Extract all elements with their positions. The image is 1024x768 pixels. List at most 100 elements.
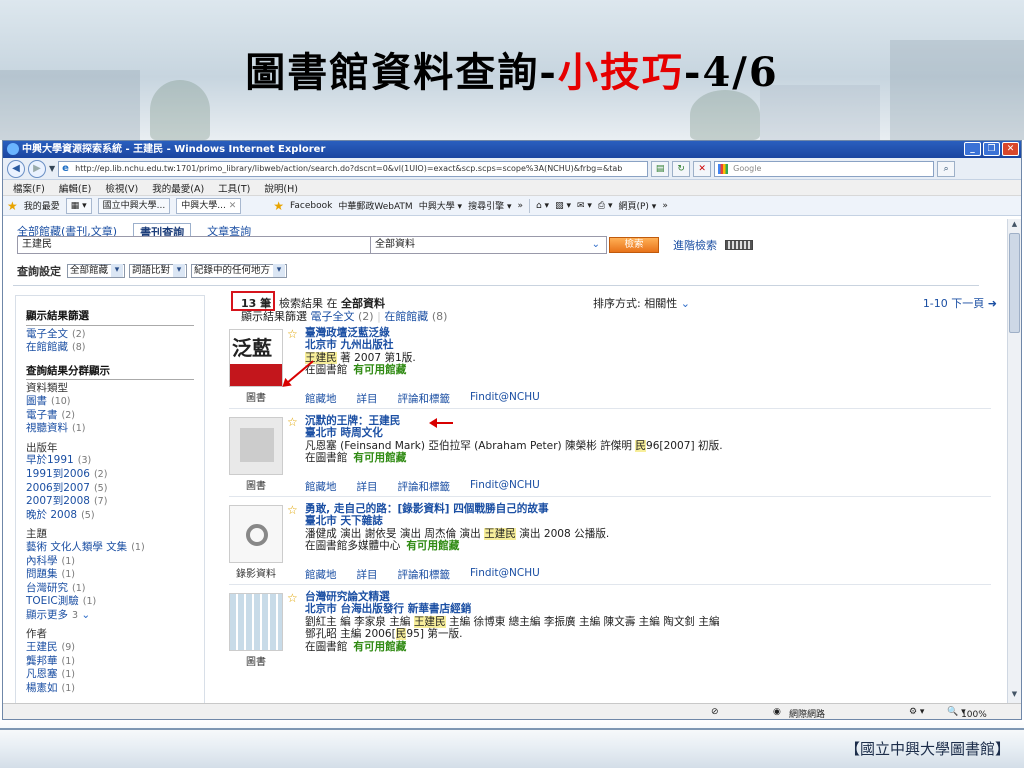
book-cover-thumbnail[interactable]: [229, 593, 283, 651]
tab-library[interactable]: 國立中興大學...: [97, 197, 171, 214]
menu-favorites[interactable]: 我的最愛(A): [152, 181, 204, 195]
sort-control[interactable]: 排序方式: 相關性 ⌄: [593, 295, 690, 311]
add-to-eshelf-star-icon[interactable]: ☆: [287, 415, 298, 429]
facet-item[interactable]: 1991到2006 (2): [26, 468, 194, 482]
match-select[interactable]: 詞語比對: [129, 264, 188, 278]
action-location[interactable]: 館藏地: [305, 391, 337, 406]
mail-icon[interactable]: ✉ ▾: [577, 201, 592, 211]
availability-status[interactable]: 有可用館藏: [406, 540, 459, 552]
filter-onshelf[interactable]: 在館館藏 (8): [384, 310, 447, 323]
facet-item[interactable]: 楊憲如 (1): [26, 682, 194, 696]
availability-status[interactable]: 有可用館藏: [353, 364, 406, 376]
facet-item[interactable]: 藝術 文化人類學 文集 (1): [26, 541, 194, 555]
menu-help[interactable]: 說明(H): [264, 181, 298, 195]
menu-edit[interactable]: 編輯(E): [59, 181, 91, 195]
availability-status[interactable]: 有可用館藏: [353, 452, 406, 464]
action-reviews[interactable]: 評論和標籤: [398, 391, 451, 406]
scroll-thumb[interactable]: [1009, 233, 1020, 333]
history-dropdown-icon[interactable]: ▼: [49, 164, 55, 173]
show-more-link[interactable]: 顯示更多 3 ⌄: [26, 609, 194, 623]
maximize-icon[interactable]: ❐: [983, 142, 1000, 156]
page-menu[interactable]: 網頁(P) ▾: [618, 199, 656, 212]
search-input[interactable]: 王建民: [17, 236, 371, 254]
action-findit[interactable]: Findit@NCHU: [470, 567, 540, 582]
action-location[interactable]: 館藏地: [305, 479, 337, 494]
facet-item[interactable]: TOEIC測驗 (1): [26, 595, 194, 609]
facet-item[interactable]: 2006到2007 (5): [26, 482, 194, 496]
field-select[interactable]: 紀錄中的任何地方: [191, 264, 288, 278]
search-button[interactable]: 檢索: [609, 237, 659, 253]
add-to-eshelf-star-icon[interactable]: ☆: [287, 503, 298, 517]
next-page-link[interactable]: 1-10 下一頁 ➜: [923, 295, 997, 311]
action-details[interactable]: 詳目: [357, 479, 378, 494]
fav-link-facebook[interactable]: Facebook: [290, 201, 332, 211]
advanced-search-link[interactable]: 進階檢索: [673, 237, 717, 253]
action-reviews[interactable]: 評論和標籤: [398, 479, 451, 494]
protected-mode-icon[interactable]: ⚙ ▾: [909, 707, 924, 717]
facet-item[interactable]: 在館館藏 (8): [26, 341, 194, 355]
window-titlebar[interactable]: 中興大學資源探索系統 - 王建民 - Windows Internet Expl…: [3, 141, 1021, 158]
facet-item[interactable]: 凡恩塞 (1): [26, 668, 194, 682]
availability-status[interactable]: 有可用館藏: [353, 641, 406, 653]
facet-item[interactable]: 台灣研究 (1): [26, 582, 194, 596]
facet-item[interactable]: 電子全文 (2): [26, 328, 194, 342]
refresh-icon[interactable]: ↻: [672, 160, 691, 177]
close-icon[interactable]: ✕: [1002, 142, 1019, 156]
fav-link-webatm[interactable]: 中華郵政WebATM: [338, 199, 412, 212]
add-favorite-icon[interactable]: ★: [273, 199, 284, 213]
stop-icon[interactable]: ✕: [693, 160, 712, 177]
chevron-more-icon[interactable]: »: [517, 201, 523, 211]
action-findit[interactable]: Findit@NCHU: [470, 391, 540, 406]
url-field[interactable]: http://ep.lib.nchu.edu.tw:1701/primo_lib…: [58, 160, 649, 177]
favorites-button[interactable]: 我的最愛: [24, 199, 60, 212]
web-search-field[interactable]: Google: [714, 160, 935, 177]
video-thumbnail[interactable]: [229, 505, 283, 563]
record-title-link[interactable]: 勇敢, 走自己的路：[錄影資料] 四個戰勝自己的故事: [305, 503, 549, 515]
action-findit[interactable]: Findit@NCHU: [470, 479, 540, 494]
scroll-up-icon[interactable]: ▲: [1009, 220, 1020, 232]
minimize-icon[interactable]: _: [964, 142, 981, 156]
zoom-control[interactable]: 🔍 100% ▾: [947, 707, 987, 719]
back-arrow-icon[interactable]: ◀: [7, 159, 25, 178]
menu-tools[interactable]: 工具(T): [218, 181, 250, 195]
action-location[interactable]: 館藏地: [305, 567, 337, 582]
facet-item[interactable]: 2007到2008 (7): [26, 495, 194, 509]
book-cover-thumbnail[interactable]: [229, 417, 283, 475]
chevron-more-icon[interactable]: »: [662, 201, 668, 211]
facet-item[interactable]: 晚於 2008 (5): [26, 509, 194, 523]
favorites-star-icon[interactable]: ★: [7, 199, 18, 213]
facet-item[interactable]: 龔邦華 (1): [26, 655, 194, 669]
home-icon[interactable]: ⌂ ▾: [536, 201, 549, 211]
scope-select[interactable]: 全部資料 ⌄: [371, 236, 607, 254]
add-to-eshelf-star-icon[interactable]: ☆: [287, 591, 298, 605]
fav-folder-search[interactable]: 搜尋引擎 ▾: [468, 199, 511, 212]
action-details[interactable]: 詳目: [357, 567, 378, 582]
menu-view[interactable]: 檢視(V): [105, 181, 138, 195]
compat-view-icon[interactable]: ▤: [651, 160, 670, 177]
record-title-link[interactable]: 臺灣政壇泛藍泛綠: [305, 327, 390, 339]
menu-file[interactable]: 檔案(F): [13, 181, 45, 195]
collection-select[interactable]: 全部館藏: [67, 264, 126, 278]
keyboard-icon[interactable]: [725, 240, 753, 250]
facet-item[interactable]: 問題集 (1): [26, 568, 194, 582]
action-details[interactable]: 詳目: [357, 391, 378, 406]
facet-item[interactable]: 早於1991 (3): [26, 454, 194, 468]
print-icon[interactable]: ⎙ ▾: [598, 201, 613, 211]
filter-fulltext[interactable]: 電子全文 (2): [311, 310, 374, 323]
facet-item[interactable]: 王建民 (9): [26, 641, 194, 655]
book-cover-thumbnail[interactable]: 泛藍: [229, 329, 283, 387]
add-to-eshelf-star-icon[interactable]: ☆: [287, 327, 298, 341]
tab-active[interactable]: 中興大學... ✕: [176, 197, 242, 214]
search-magnifier-icon[interactable]: ⌕: [937, 160, 956, 177]
record-title-link[interactable]: 沉默的王牌：王建民: [305, 415, 400, 427]
facet-item[interactable]: 圖書 (10): [26, 395, 194, 409]
page-scrollbar[interactable]: ▲ ▼: [1007, 219, 1021, 703]
facet-item[interactable]: 視聽資料 (1): [26, 422, 194, 436]
action-reviews[interactable]: 評論和標籤: [398, 567, 451, 582]
quick-tabs-icon[interactable]: ▦ ▾: [65, 197, 92, 214]
facet-item[interactable]: 內科學 (1): [26, 555, 194, 569]
record-title-link[interactable]: 台灣研究論文精選: [305, 591, 390, 603]
close-tab-icon[interactable]: ✕: [229, 201, 237, 211]
facet-item[interactable]: 電子書 (2): [26, 409, 194, 423]
scroll-down-icon[interactable]: ▼: [1009, 690, 1020, 702]
